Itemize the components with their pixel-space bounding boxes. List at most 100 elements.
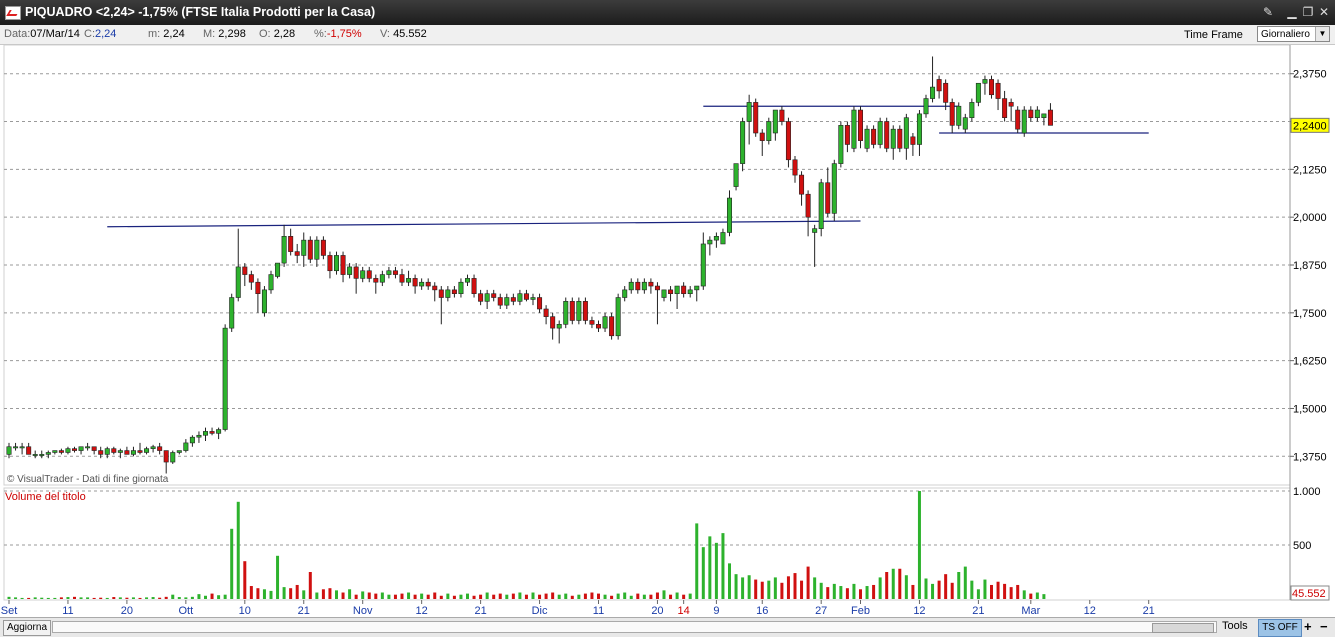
volume-bar	[407, 592, 411, 599]
volume-bar	[446, 593, 450, 599]
candle-body	[209, 431, 215, 434]
candle-body	[805, 193, 811, 218]
close-button[interactable]: ✕	[1317, 5, 1331, 19]
volume-bar	[73, 596, 76, 599]
x-tick-label: 21	[474, 605, 486, 617]
chevron-down-icon[interactable]: ▼	[1315, 27, 1329, 41]
candle-body	[261, 289, 267, 314]
volume-bar	[917, 491, 921, 599]
candle-body	[759, 132, 765, 141]
candle-body	[150, 446, 156, 449]
volume-bar	[380, 592, 384, 599]
refresh-button[interactable]: Aggiorna	[3, 620, 51, 636]
price-tick-label: 1,8750	[1293, 260, 1327, 272]
volume-bar	[249, 586, 253, 599]
candle-body	[615, 297, 621, 337]
candle-body	[65, 448, 71, 453]
volume-bar	[878, 577, 882, 599]
candle-body	[720, 232, 726, 245]
zoom-in-button[interactable]: +	[1304, 619, 1312, 634]
candle-body	[707, 239, 713, 245]
x-tick-label: 11	[593, 605, 604, 617]
timeframe-select[interactable]: Giornaliero ▼	[1257, 26, 1330, 42]
volume-bar	[551, 592, 555, 599]
volume-bar	[872, 584, 876, 599]
candle-body	[445, 289, 451, 298]
volume-bar	[40, 597, 44, 599]
candle-body	[1028, 109, 1034, 118]
candle-body	[412, 278, 418, 287]
candle-body	[373, 278, 379, 283]
candle-body	[255, 281, 261, 294]
volume-bar	[492, 594, 496, 599]
candle-body	[170, 452, 176, 463]
tools-button[interactable]: Tools	[1222, 620, 1248, 632]
candle-body	[1041, 113, 1047, 118]
last-price-label: 2,2400	[1293, 120, 1327, 132]
ts-toggle-button[interactable]: TS OFF	[1258, 619, 1302, 637]
volume-bar	[649, 594, 653, 599]
volume-bar	[786, 576, 790, 599]
candle-body	[504, 297, 510, 306]
volume-bar	[511, 593, 515, 599]
volume-bar	[747, 575, 751, 599]
volume-bar	[1016, 584, 1020, 599]
volume-bar	[813, 577, 817, 599]
chart-scrollbar[interactable]	[52, 621, 1217, 633]
candle-body	[478, 293, 484, 302]
volume-bar	[315, 592, 319, 599]
volume-bar	[636, 593, 640, 599]
volume-title: Volume del titolo	[5, 491, 86, 503]
volume-bar	[754, 579, 758, 599]
volume-bar	[479, 594, 483, 599]
volume-bar	[767, 580, 771, 599]
volume-bar	[92, 597, 96, 599]
volume-bar	[20, 597, 24, 599]
candle-body	[654, 285, 660, 291]
volume-bar	[963, 566, 967, 599]
candle-body	[576, 301, 582, 321]
volume-bar	[577, 594, 581, 599]
volume-bar	[79, 597, 83, 599]
change-info: %:-1,75%	[314, 28, 362, 40]
price-chart[interactable]: 2,37502,25002,12502,00001,87501,75001,62…	[0, 45, 1335, 617]
volume-bar	[682, 594, 686, 599]
x-tick-label: 27	[815, 605, 827, 617]
candle-body	[301, 239, 307, 256]
price-tick-label: 1,7500	[1293, 308, 1327, 320]
volume-bar	[728, 563, 731, 599]
candle-body	[661, 289, 667, 298]
minimize-button[interactable]: ▁	[1285, 5, 1299, 19]
volume-bar	[210, 593, 214, 599]
wrench-icon[interactable]: ✎	[1261, 5, 1275, 19]
date-info: Data:07/Mar/14	[4, 28, 80, 40]
volume-bar	[819, 582, 823, 599]
zoom-out-button[interactable]: −	[1320, 619, 1328, 634]
volume-bar	[59, 597, 63, 599]
scrollbar-thumb[interactable]	[1152, 623, 1214, 633]
volume-bar	[734, 574, 738, 599]
candle-body	[700, 243, 706, 287]
candle-body	[877, 121, 883, 145]
volume-bar	[341, 592, 345, 599]
volume-bar	[354, 594, 358, 599]
candle-body	[838, 125, 844, 164]
volume-bar	[629, 595, 633, 599]
candle-body	[144, 448, 150, 453]
volume-bar	[845, 588, 849, 599]
volume-bar	[524, 594, 528, 599]
candle-body	[550, 316, 556, 329]
restore-button[interactable]: ❐	[1301, 5, 1315, 19]
volume-bar	[957, 572, 961, 599]
volume-bar	[164, 596, 168, 599]
volume-bar	[472, 595, 476, 599]
volume-bar	[564, 593, 568, 599]
volume-bar	[773, 577, 777, 599]
candle-body	[1002, 98, 1008, 118]
candle-body	[471, 278, 477, 294]
candle-body	[563, 301, 569, 325]
volume-bar	[924, 578, 928, 599]
volume-bar	[688, 593, 692, 599]
status-bar: Aggiorna Tools TS OFF + −	[0, 617, 1335, 637]
volume-bar	[400, 593, 404, 599]
